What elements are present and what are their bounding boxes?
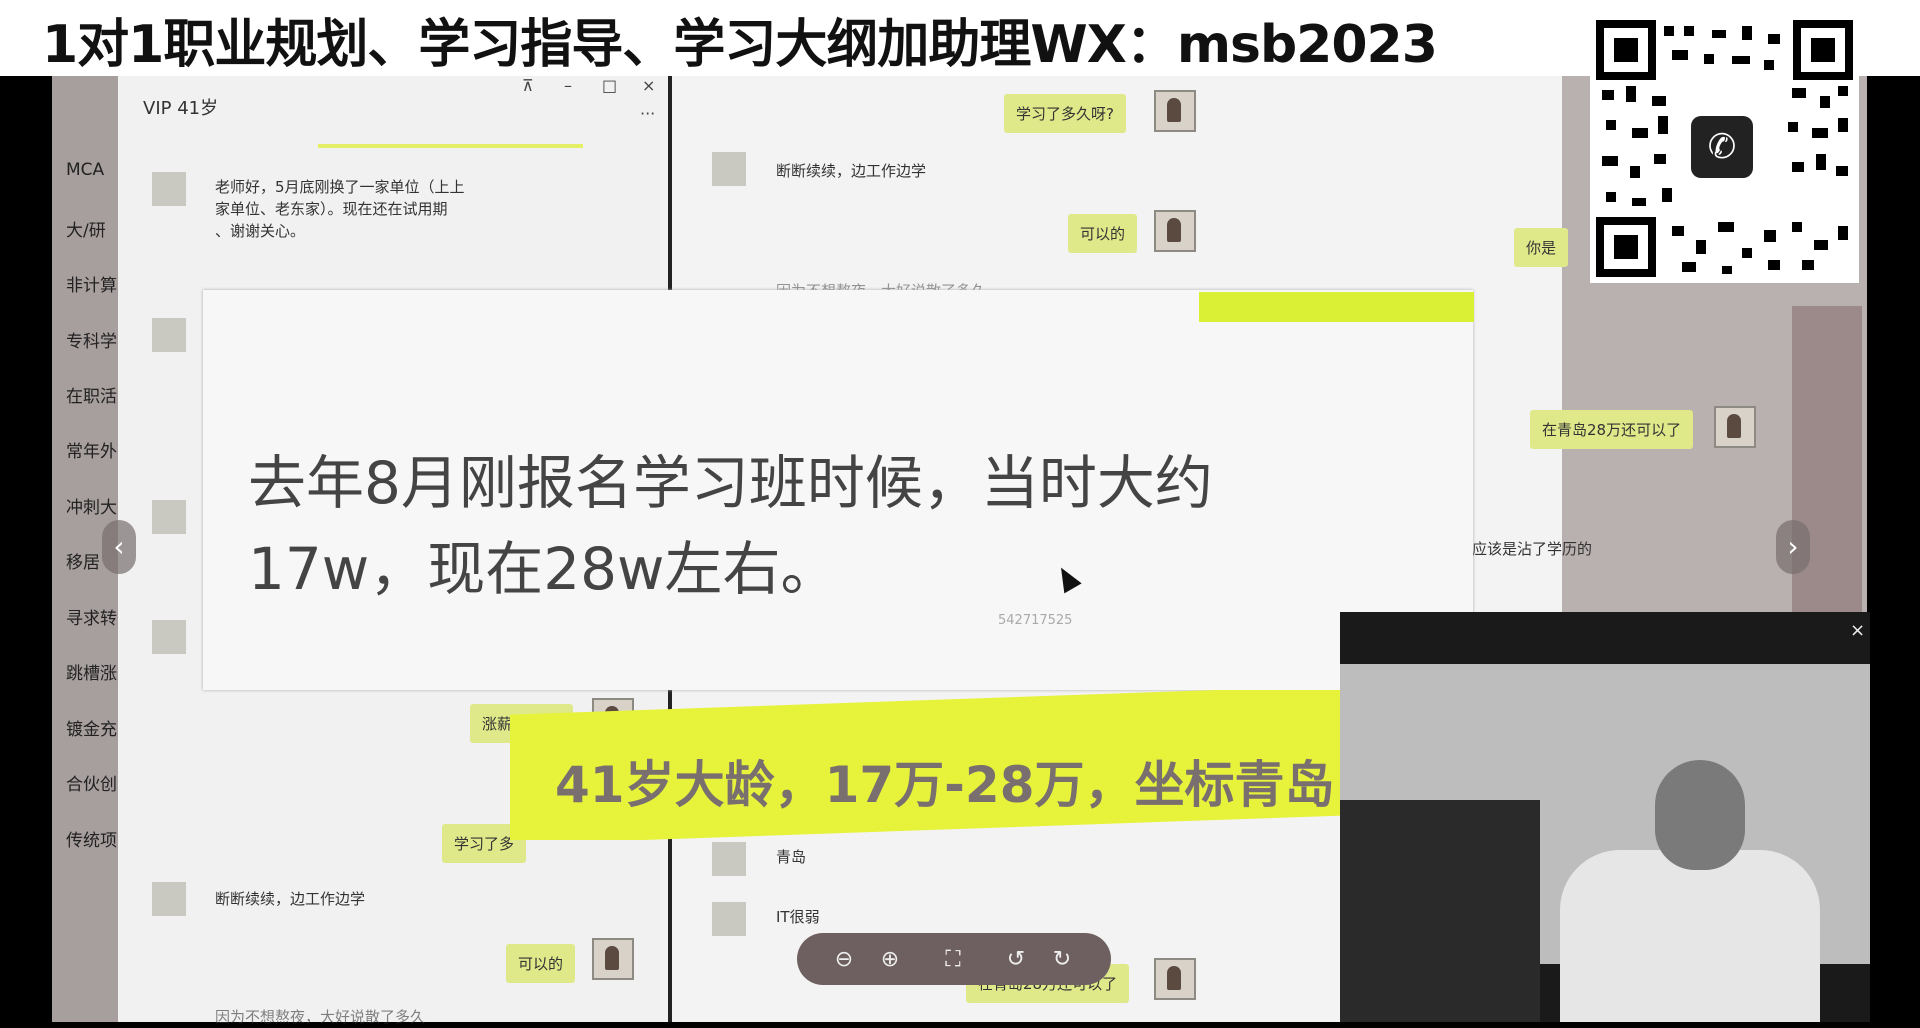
viewer-line-1: 去年8月刚报名学习班时候，当时大约 <box>248 449 1213 517</box>
message-text: 因为不想熬夜，大好说散了多久 <box>215 1008 426 1026</box>
prev-image-button[interactable]: ‹ <box>102 520 136 574</box>
sidebar-item-2[interactable]: 大/研 <box>66 216 126 241</box>
sidebar-item-mca[interactable]: MCA <box>66 160 126 180</box>
avatar <box>712 902 746 936</box>
rotate-right-icon[interactable]: ↻ <box>1047 945 1077 975</box>
message-text: 应该是沾了学历的 <box>1472 540 1593 558</box>
message-text: 青岛 <box>776 848 807 866</box>
message-bubble: 在青岛28万还可以了 <box>1530 410 1694 449</box>
caption-text: 41岁大龄，17万-28万，坐标青岛 <box>555 756 1335 814</box>
avatar <box>152 172 186 206</box>
image-id: 542717525 <box>998 613 1073 628</box>
avatar <box>712 842 746 876</box>
highlight-line <box>318 144 583 148</box>
video-shadow <box>1340 800 1540 1022</box>
sidebar-item-10[interactable]: 跳槽涨 <box>66 659 126 684</box>
message-bubble: 你是 <box>1514 228 1569 267</box>
close-button[interactable]: × <box>642 76 655 95</box>
sidebar-item-5[interactable]: 在职活 <box>66 382 126 407</box>
maximize-button[interactable]: □ <box>602 76 617 95</box>
avatar <box>1154 958 1196 1000</box>
sidebar-item-6[interactable]: 常年外 <box>66 437 126 462</box>
close-video-icon[interactable]: × <box>1850 620 1865 641</box>
caption-banner: 41岁大龄，17万-28万，坐标青岛 <box>510 690 1342 840</box>
presenter-head <box>1655 760 1745 870</box>
message-bubble: 可以的 <box>1068 214 1138 253</box>
zoom-out-icon[interactable]: ⊖ <box>829 945 859 975</box>
presenter-body <box>1560 850 1820 1022</box>
highlight-strip <box>1199 292 1474 322</box>
window-title: VIP 41岁 <box>143 98 219 119</box>
avatar <box>592 938 634 980</box>
sidebar-item-4[interactable]: 专科学 <box>66 327 126 352</box>
minimize-button[interactable]: – <box>564 76 572 95</box>
message-text: 老师好，5月底刚换了一家单位（上上 家单位、老东家）。现在还在试用期 、谢谢关心… <box>215 178 465 240</box>
message-bubble: 学习了多久呀? <box>1004 94 1126 133</box>
sidebar-item-12[interactable]: 合伙创 <box>66 770 126 795</box>
sidebar-item-9[interactable]: 寻求转 <box>66 604 126 629</box>
sidebar-item-3[interactable]: 非计算 <box>66 271 126 296</box>
avatar <box>152 318 186 352</box>
more-icon[interactable]: ··· <box>640 104 655 123</box>
message-text: 断断续续，边工作边学 <box>776 162 927 180</box>
avatar <box>152 500 186 534</box>
avatar <box>1154 90 1196 132</box>
rotate-left-icon[interactable]: ↺ <box>1001 945 1031 975</box>
message-text: 断断续续，边工作边学 <box>215 890 366 908</box>
avatar <box>712 152 746 186</box>
avatar <box>1714 406 1756 448</box>
sidebar-item-13[interactable]: 传统项 <box>66 826 126 851</box>
zoom-in-icon[interactable]: ⊕ <box>875 945 905 975</box>
avatar <box>1154 210 1196 252</box>
fit-screen-icon[interactable]: ⛶ <box>938 945 968 975</box>
sidebar-item-11[interactable]: 镀金充 <box>66 715 126 740</box>
next-image-button[interactable]: › <box>1776 520 1810 574</box>
pin-button[interactable]: ⊼ <box>522 76 534 95</box>
banner-text: 1对1职业规划、学习指导、学习大纲加助理WX：msb2023 <box>42 15 1438 75</box>
avatar <box>152 620 186 654</box>
sidebar-item-7[interactable]: 冲刺大 <box>66 493 126 518</box>
message-bubble: 可以的 <box>506 944 576 983</box>
wechat-icon: ✆ <box>1691 116 1753 178</box>
message-text: IT很弱 <box>776 908 820 926</box>
avatar <box>152 882 186 916</box>
